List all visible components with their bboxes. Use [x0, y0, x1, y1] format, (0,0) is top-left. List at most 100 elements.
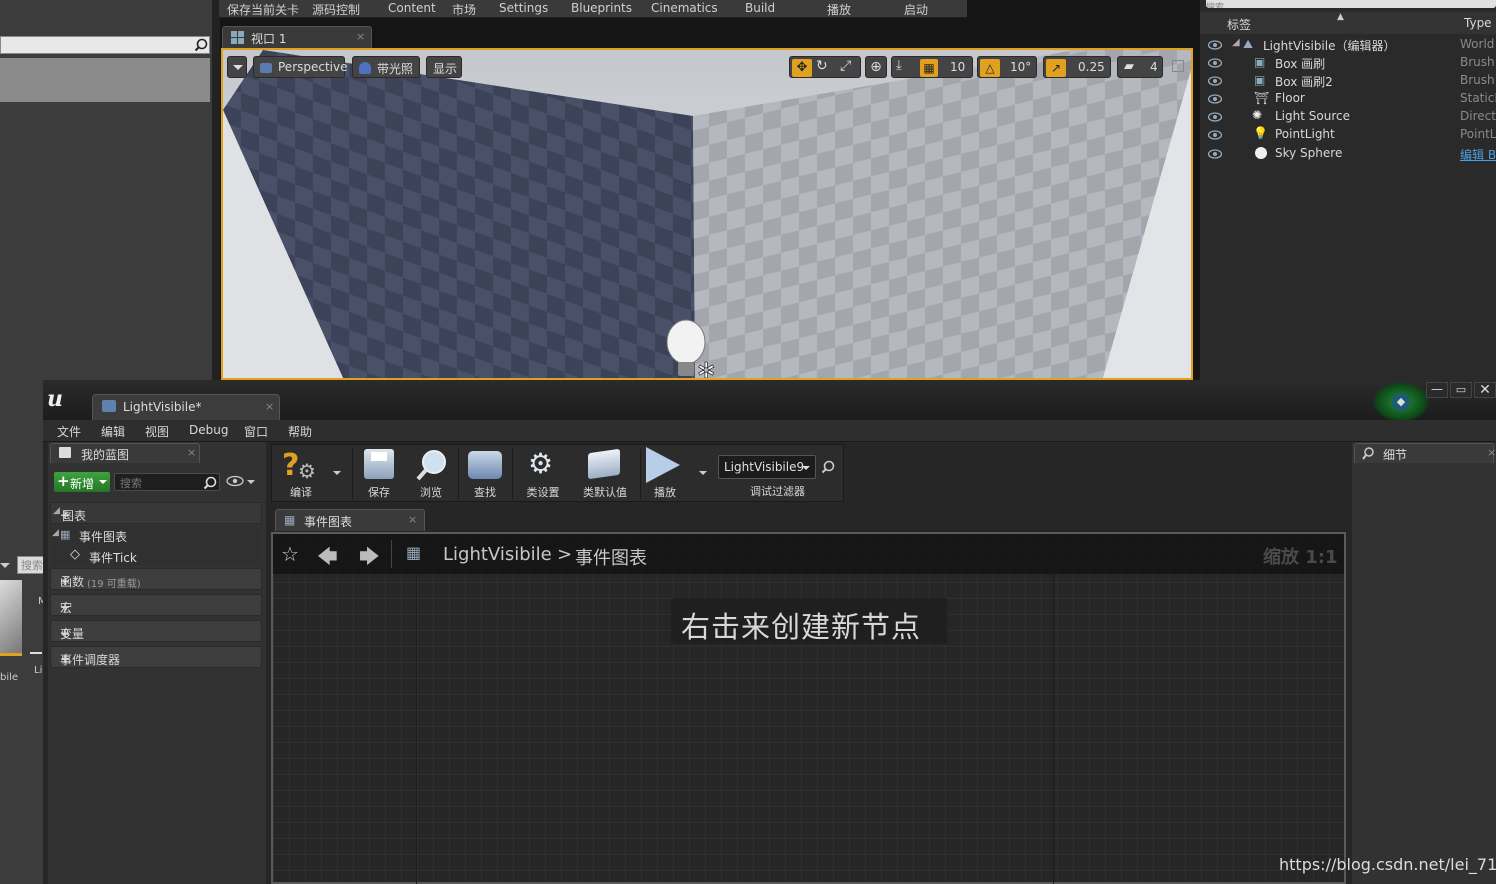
- grid-snap-control[interactable]: ⤓ ▦ 10: [891, 56, 973, 78]
- tab-details[interactable]: 细节 ×: [1354, 443, 1496, 463]
- close-window-icon[interactable]: ✕: [1474, 382, 1496, 398]
- list-item[interactable]: Sky Sphere 编辑 B: [1200, 145, 1496, 163]
- expand-icon[interactable]: ◢: [1232, 37, 1240, 48]
- eye-icon[interactable]: [1207, 111, 1223, 125]
- eye-icon[interactable]: [1207, 75, 1223, 89]
- back-arrow-icon[interactable]: 🡄: [317, 542, 338, 576]
- content-thumbnail[interactable]: [0, 580, 22, 656]
- add-macro-icon[interactable]: +: [60, 599, 255, 615]
- event-graph-canvas[interactable]: 右击来创建新节点: [271, 532, 1346, 884]
- show-button[interactable]: 显示: [426, 56, 462, 78]
- section-macros[interactable]: 宏 +: [50, 594, 262, 616]
- play-button[interactable]: 播放: [644, 447, 686, 501]
- list-item[interactable]: ◢ ⛰ LightVisibile（编辑器） World: [1200, 36, 1496, 54]
- breadcrumb-root[interactable]: LightVisibile: [443, 544, 552, 565]
- list-item[interactable]: ⛩ Floor StaticM: [1200, 90, 1496, 108]
- toolbar-save-level[interactable]: 保存当前关卡: [227, 1, 299, 18]
- minimize-icon[interactable]: —: [1426, 382, 1448, 398]
- grid-icon[interactable]: ▦: [920, 59, 938, 77]
- add-function-icon[interactable]: +: [60, 573, 255, 589]
- menu-edit[interactable]: 编辑: [101, 423, 125, 440]
- star-icon[interactable]: ☆: [281, 542, 299, 566]
- debug-object-select[interactable]: LightVisibile9: [718, 455, 816, 479]
- rotation-snap-control[interactable]: △ 10°: [977, 56, 1037, 78]
- close-icon[interactable]: ×: [408, 513, 417, 526]
- rotate-icon[interactable]: ↻: [816, 58, 828, 74]
- class-settings-button[interactable]: ⚙ 类设置: [518, 447, 568, 501]
- play-options-button[interactable]: [696, 447, 710, 501]
- list-item[interactable]: ✺ Light Source Directi: [1200, 108, 1496, 126]
- menu-debug[interactable]: Debug: [189, 423, 228, 437]
- move-icon[interactable]: ✥: [792, 59, 812, 77]
- list-item[interactable]: ◢ ▦ 事件图表: [50, 526, 262, 545]
- column-label[interactable]: 标签: [1227, 16, 1251, 33]
- mybp-search-input[interactable]: 搜索: [114, 473, 220, 491]
- section-event-dispatchers[interactable]: 事件调度器 +: [50, 646, 262, 668]
- column-type[interactable]: Type: [1464, 16, 1492, 30]
- list-item[interactable]: ◇ 事件Tick: [50, 546, 262, 565]
- toolbar-play[interactable]: 播放: [827, 1, 851, 18]
- close-icon[interactable]: ×: [356, 30, 365, 43]
- tab-viewport-1[interactable]: 视口 1 ×: [222, 26, 372, 48]
- toolbar-settings[interactable]: Settings: [499, 1, 548, 15]
- angle-icon[interactable]: △: [980, 59, 1000, 77]
- menu-file[interactable]: 文件: [57, 423, 81, 440]
- scale-icon[interactable]: ⤢: [840, 58, 851, 74]
- close-icon[interactable]: ×: [265, 400, 274, 413]
- add-graph-icon[interactable]: +: [60, 507, 255, 523]
- eye-icon[interactable]: [1207, 148, 1223, 162]
- toolbar-content[interactable]: Content: [388, 1, 436, 15]
- maximize-icon[interactable]: ▭: [1450, 382, 1472, 398]
- save-button[interactable]: 保存: [358, 447, 400, 501]
- tab-lightvisibile[interactable]: LightVisibile* ×: [92, 394, 280, 420]
- tab-my-blueprint[interactable]: 我的蓝图 ×: [50, 443, 200, 463]
- add-dispatcher-icon[interactable]: +: [60, 651, 255, 667]
- maximize-viewport-icon[interactable]: [1172, 60, 1184, 72]
- scale-snap-control[interactable]: ↗ 0.25: [1043, 56, 1111, 78]
- eye-icon[interactable]: [1207, 129, 1223, 143]
- level-viewport[interactable]: ✲ Perspective 带光照 显示 ✥ ↻ ⤢ ⊕ ⤓ ▦ 10 △ 10…: [221, 48, 1193, 380]
- section-functions[interactable]: 函数 (19 可重载) +: [50, 568, 262, 590]
- outliner-search-input[interactable]: 搜索...: [1206, 0, 1496, 8]
- compile-options-button[interactable]: [330, 447, 344, 501]
- eye-icon[interactable]: [1207, 93, 1223, 107]
- eye-icon[interactable]: [1207, 39, 1223, 53]
- menu-help[interactable]: 帮助: [288, 423, 312, 440]
- menu-window[interactable]: 窗口: [244, 423, 268, 440]
- toolbar-cinematics[interactable]: Cinematics: [651, 1, 718, 15]
- breadcrumb-leaf[interactable]: 事件图表: [575, 544, 647, 570]
- eye-icon[interactable]: [1207, 57, 1223, 71]
- toolbar-marketplace[interactable]: 市场: [452, 1, 476, 18]
- section-variables[interactable]: 变量 +: [50, 620, 262, 642]
- list-item[interactable]: ▣ Box 画刷2 Brush: [1200, 72, 1496, 90]
- camera-speed-control[interactable]: ▰ 4: [1117, 56, 1163, 78]
- menu-view[interactable]: 视图: [145, 423, 169, 440]
- forward-arrow-icon[interactable]: 🡆: [359, 542, 380, 576]
- lit-mode-button[interactable]: 带光照: [352, 56, 420, 78]
- scale-snap-icon[interactable]: ↗: [1046, 59, 1066, 77]
- world-local-icon[interactable]: ⊕: [865, 56, 887, 78]
- find-button[interactable]: 查找: [464, 447, 506, 501]
- add-new-button[interactable]: + 新增: [54, 472, 110, 492]
- debug-search-icon[interactable]: [821, 460, 835, 474]
- visibility-options-button[interactable]: [226, 475, 258, 491]
- browse-button[interactable]: 浏览: [408, 447, 454, 501]
- list-item[interactable]: ▣ Box 画刷 Brush: [1200, 54, 1496, 72]
- viewport-options-button[interactable]: [227, 56, 247, 78]
- add-variable-icon[interactable]: +: [60, 625, 255, 641]
- surface-snap-icon[interactable]: ⤓: [896, 58, 902, 73]
- left-search-input[interactable]: [0, 36, 210, 54]
- class-defaults-button[interactable]: 类默认值: [574, 447, 636, 501]
- toolbar-source-control[interactable]: 源码控制: [312, 1, 360, 18]
- toolbar-launch[interactable]: 启动: [904, 1, 928, 18]
- edit-blueprint-link[interactable]: 编辑 B: [1460, 146, 1496, 163]
- tab-event-graph[interactable]: ▦ 事件图表 ×: [275, 509, 425, 531]
- source-control-indicator[interactable]: ◆: [1373, 382, 1429, 422]
- compile-button[interactable]: ? ⚙ 编译: [276, 447, 326, 501]
- content-search-input[interactable]: 搜索: [17, 556, 44, 574]
- close-icon[interactable]: ×: [187, 446, 196, 459]
- toolbar-blueprints[interactable]: Blueprints: [571, 1, 632, 15]
- toolbar-build[interactable]: Build: [745, 1, 775, 15]
- perspective-button[interactable]: Perspective: [253, 56, 348, 78]
- section-graphs[interactable]: ◢ 图表 +: [50, 502, 262, 524]
